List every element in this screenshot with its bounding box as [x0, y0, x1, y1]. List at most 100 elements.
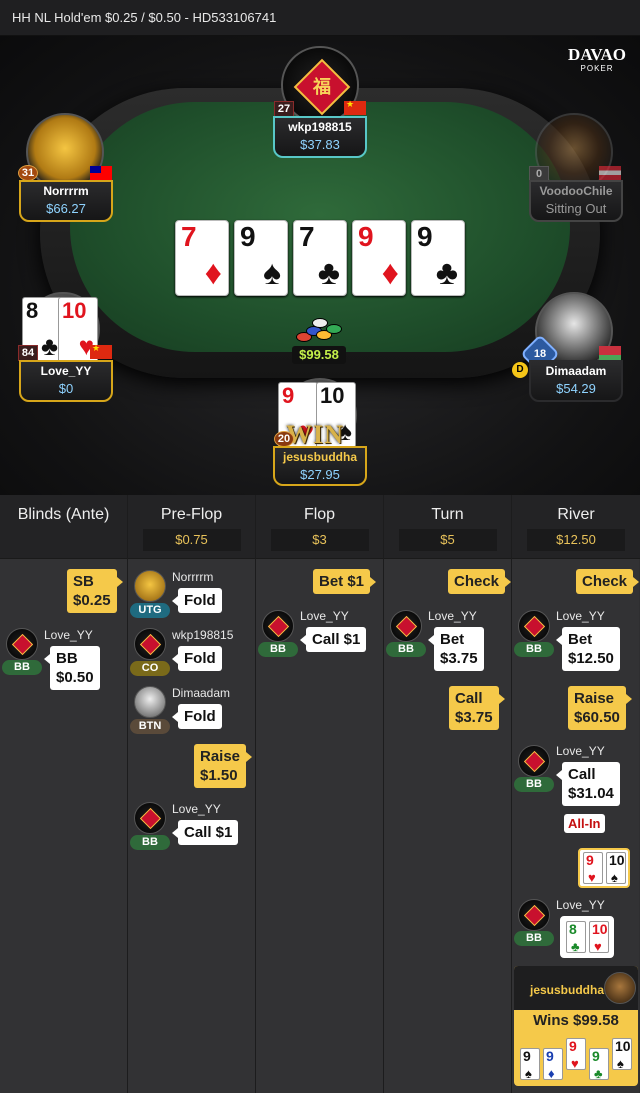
player-name: wkp198815: [288, 120, 352, 134]
player-name: Love_YY: [556, 744, 605, 758]
player-avatar-icon: [390, 610, 422, 642]
board-card-2: 9 ♠: [234, 220, 288, 296]
action-fold: Fold: [172, 588, 222, 613]
seat-wkp198815[interactable]: wkp198815 $37.83: [273, 116, 367, 158]
player-name: Love_YY: [44, 628, 93, 642]
player-name: Love_YY: [300, 609, 349, 623]
player-name: Norrrrm: [172, 570, 214, 584]
dealer-button-icon: D: [512, 362, 528, 378]
level-badge: 84: [18, 345, 38, 361]
flag-taiwan-icon: [90, 166, 112, 180]
shown-cards-love-yy: 8 ♣ 10 ♥: [560, 916, 614, 958]
player-name: jesusbuddha: [282, 450, 357, 464]
player-avatar-icon: [134, 570, 166, 602]
action-sb: SB $0.25: [67, 569, 123, 613]
action-raise: Raise $1.50: [194, 744, 253, 788]
board-card-1: 7 ♦: [175, 220, 229, 296]
player-avatar-icon: [6, 628, 38, 660]
board-card-4: 9 ♦: [352, 220, 406, 296]
winner-name: jesusbuddha: [530, 983, 605, 997]
action-bet: Bet $12.50: [556, 627, 620, 671]
seat-love-yy[interactable]: Love_YY $0: [19, 360, 113, 402]
player-stack: $66.27: [46, 201, 86, 216]
mini-card: 10 ♥: [589, 921, 609, 954]
player-name: Love_YY: [428, 609, 477, 623]
position-badge: BB: [514, 931, 554, 946]
player-name: Norrrrm: [43, 184, 89, 198]
mini-card: 9 ♣: [589, 1048, 609, 1081]
player-name: Dimaadam: [545, 364, 607, 378]
seat-jesusbuddha[interactable]: jesusbuddha $27.95: [273, 446, 367, 486]
player-status: Sitting Out: [545, 201, 607, 216]
action-check: Check: [448, 569, 512, 594]
player-stack: $54.29: [556, 381, 596, 396]
position-badge: UTG: [130, 603, 170, 618]
player-avatar-icon: [134, 628, 166, 660]
mini-card: 10 ♠: [606, 852, 626, 885]
mini-card: 9 ♥: [566, 1038, 586, 1071]
position-badge: BB: [2, 660, 42, 675]
position-badge: BB: [130, 835, 170, 850]
player-avatar-icon: [134, 686, 166, 718]
action-call: Call $31.04: [556, 762, 620, 806]
column-title: Blinds (Ante): [17, 506, 110, 523]
position-badge: BB: [258, 642, 298, 657]
action-check: Check: [576, 569, 640, 594]
all-in-tag: All-In: [564, 814, 605, 833]
player-name: Love_YY: [556, 609, 605, 623]
mini-card: 10 ♠: [612, 1038, 632, 1071]
column-pot: $12.50: [527, 529, 625, 551]
player-avatar-icon: [518, 745, 550, 777]
player-avatar-icon: [604, 972, 636, 1004]
position-badge: CO: [130, 661, 170, 676]
pot-chips-icon: [294, 318, 346, 346]
column-title: Flop: [303, 506, 336, 523]
column-pot: $3: [270, 529, 369, 551]
player-avatar-icon: [518, 610, 550, 642]
player-name: Love_YY: [556, 898, 605, 912]
seat-dimaadam[interactable]: Dimaadam $54.29: [529, 360, 623, 402]
column-pot: $0.75: [142, 529, 241, 551]
player-avatar-icon: [262, 610, 294, 642]
action-fold: Fold: [172, 646, 222, 671]
board-card-3: 7 ♣: [293, 220, 347, 296]
action-call: Call $1: [299, 627, 367, 652]
player-name: wkp198815: [172, 628, 234, 642]
action-bet: Bet $3.75: [428, 627, 484, 671]
position-badge: BB: [386, 642, 426, 657]
position-badge: BB: [514, 642, 554, 657]
column-title: Pre-Flop: [160, 506, 223, 523]
player-name: Love_YY: [40, 364, 92, 378]
window-title: HH NL Hold'em $0.25 / $0.50 - HD53310674…: [0, 0, 640, 36]
position-badge: BTN: [130, 719, 170, 734]
action-call: Call $1: [171, 820, 239, 845]
mini-card: 8 ♣: [566, 921, 586, 954]
mini-card: 9 ♠: [520, 1048, 540, 1081]
mini-card: 9 ♦: [543, 1048, 563, 1081]
brand-logo: DAVAO POKER: [568, 45, 626, 73]
seat-norrrrm[interactable]: Norrrrm $66.27: [19, 180, 113, 222]
level-badge: 31: [18, 165, 38, 181]
win-amount: Wins $99.58: [533, 1012, 619, 1029]
winner-panel: jesusbuddha Wins $99.58 9 ♠ 9 ♦ 9 ♥ 9 ♣ 10 ♠: [514, 966, 638, 1086]
column-title: River: [557, 506, 595, 523]
action-raise: Raise $60.50: [568, 686, 632, 730]
player-stack: $37.83: [300, 137, 340, 152]
action-bet: Bet $1: [313, 569, 377, 594]
board-card-5: 9 ♣: [411, 220, 465, 296]
column-title: Turn: [431, 506, 464, 523]
mini-card: 9 ♥: [583, 852, 603, 885]
level-badge: 20: [274, 431, 294, 447]
flag-china-icon: [344, 99, 366, 115]
flag-belarus-icon: [599, 346, 621, 360]
seat-voodoochile[interactable]: VoodooChile Sitting Out: [529, 180, 623, 222]
position-badge: BB: [514, 777, 554, 792]
action-bb: BB $0.50: [44, 646, 100, 690]
player-stack: $27.95: [300, 467, 340, 482]
player-avatar-icon: [518, 899, 550, 931]
player-name: Love_YY: [172, 802, 221, 816]
shown-cards-jesusbuddha: 9 ♥ 10 ♠: [578, 848, 630, 888]
flag-austria-icon: [599, 166, 621, 180]
player-stack: $0: [58, 381, 74, 396]
player-avatar-icon: [134, 802, 166, 834]
